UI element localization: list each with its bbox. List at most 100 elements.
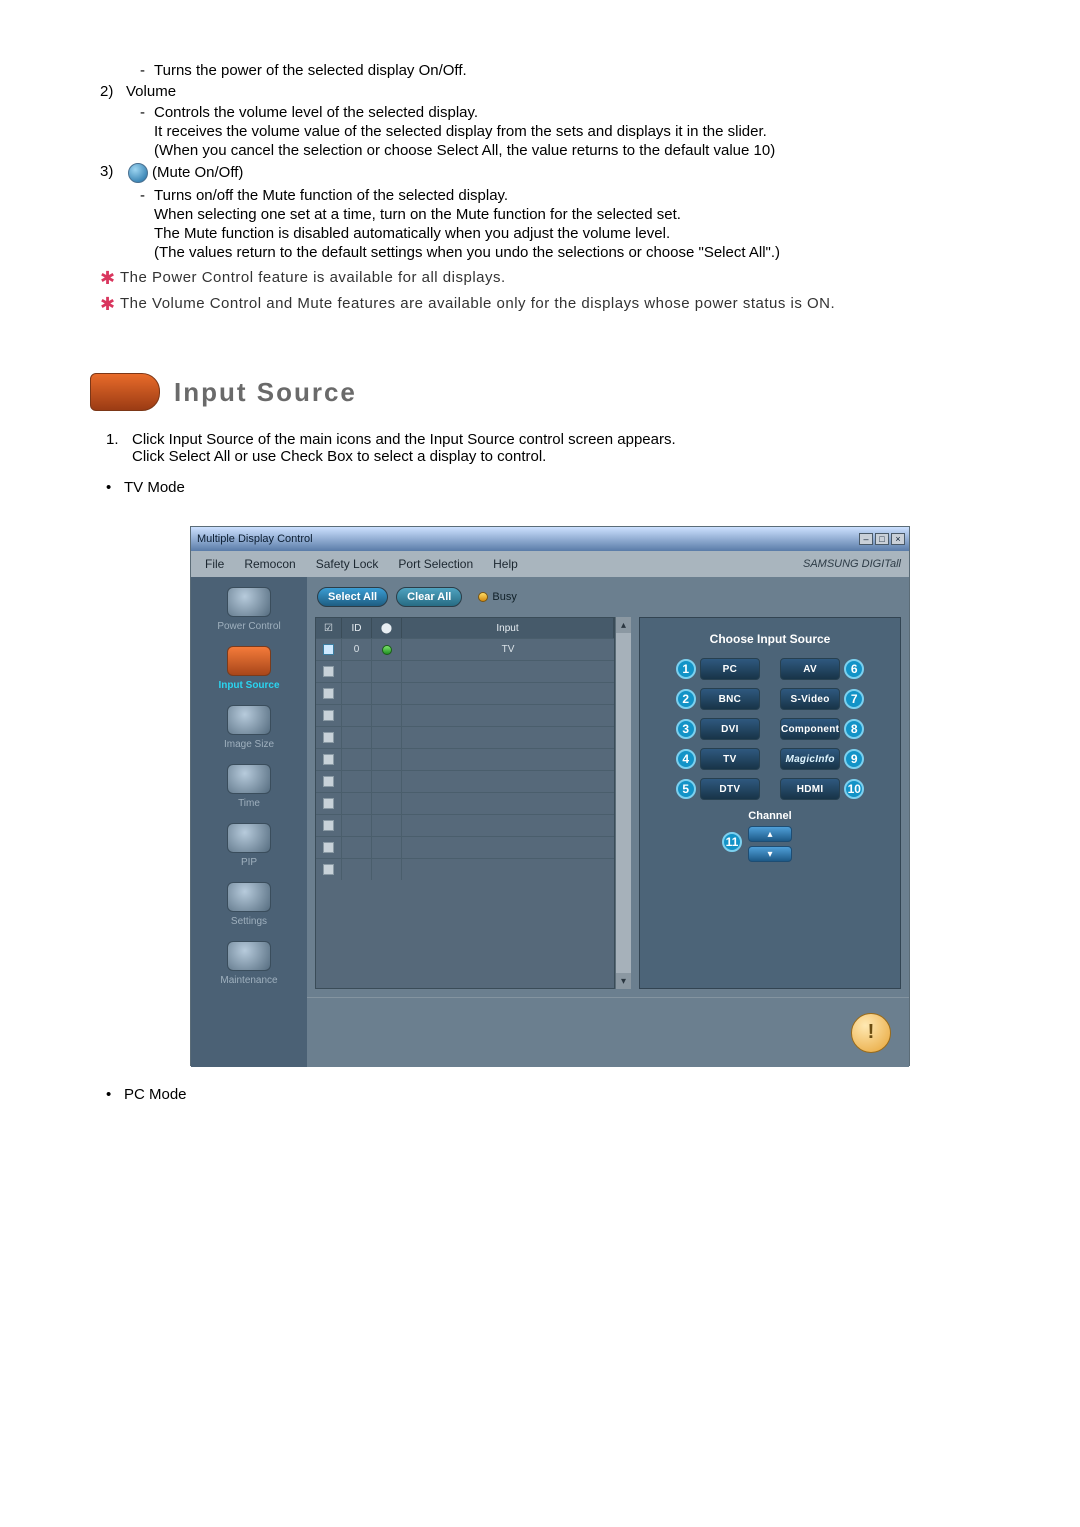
panel-title: Choose Input Source	[710, 632, 831, 646]
source-component-button[interactable]: Component	[780, 718, 840, 740]
col-id: ID	[342, 618, 372, 638]
callout-badge: 10	[844, 779, 864, 799]
scroll-down-icon[interactable]: ▾	[616, 973, 631, 989]
table-row[interactable]	[316, 726, 614, 748]
source-dvi-button[interactable]: DVI	[700, 718, 760, 740]
menu-bar: File Remocon Safety Lock Port Selection …	[191, 551, 909, 577]
row-checkbox[interactable]	[323, 732, 334, 743]
mute-item: 3) (Mute On/Off)	[100, 163, 1010, 183]
sidebar-item-pip[interactable]: PIP	[227, 823, 271, 868]
status-strip: !	[307, 997, 909, 1067]
doc-text-block: - Turns the power of the selected displa…	[100, 62, 1010, 313]
pc-mode-label: • PC Mode	[106, 1086, 1010, 1103]
row-checkbox[interactable]	[323, 776, 334, 787]
clear-all-button[interactable]: Clear All	[396, 587, 462, 607]
mute-icon	[128, 163, 148, 183]
row-input: TV	[402, 639, 614, 660]
menu-safety-lock[interactable]: Safety Lock	[316, 557, 379, 571]
row-checkbox[interactable]	[323, 842, 334, 853]
callout-badge: 9	[844, 749, 864, 769]
callout-badge: 11	[722, 832, 742, 852]
table-row[interactable]	[316, 748, 614, 770]
busy-indicator: Busy	[478, 591, 516, 603]
menu-help[interactable]: Help	[493, 557, 518, 571]
section-title: Input Source	[174, 377, 357, 408]
input-source-icon	[227, 646, 271, 676]
busy-dot-icon	[478, 592, 488, 602]
window-titlebar: Multiple Display Control – □ ×	[191, 527, 909, 551]
table-scrollbar[interactable]: ▴ ▾	[615, 617, 631, 989]
row-checkbox[interactable]	[323, 666, 334, 677]
row-checkbox[interactable]	[323, 754, 334, 765]
tv-mode-label: • TV Mode	[106, 479, 1010, 496]
menu-port-selection[interactable]: Port Selection	[398, 557, 473, 571]
table-row[interactable]: 0 TV	[316, 638, 614, 660]
section-label-icon	[90, 373, 160, 411]
callout-badge: 4	[676, 749, 696, 769]
table-row[interactable]	[316, 836, 614, 858]
row-checkbox[interactable]	[323, 864, 334, 875]
callout-badge: 8	[844, 719, 864, 739]
brand-logo: SAMSUNG DIGITall	[803, 558, 901, 570]
sidebar-item-image-size[interactable]: Image Size	[224, 705, 274, 750]
table-row[interactable]	[316, 858, 614, 880]
menu-remocon[interactable]: Remocon	[244, 557, 295, 571]
source-pc-button[interactable]: PC	[700, 658, 760, 680]
close-button[interactable]: ×	[891, 533, 905, 545]
row-checkbox[interactable]	[323, 688, 334, 699]
sidebar-item-power-control[interactable]: Power Control	[217, 587, 280, 632]
source-bnc-button[interactable]: BNC	[700, 688, 760, 710]
col-checkbox[interactable]: ☑	[316, 618, 342, 638]
channel-up-button[interactable]: ▴	[748, 826, 792, 842]
sidebar-item-input-source[interactable]: Input Source	[218, 646, 279, 691]
star-icon: ✱	[100, 269, 120, 287]
row-checkbox[interactable]	[323, 710, 334, 721]
volume-item: 2) Volume	[100, 83, 1010, 100]
scroll-up-icon[interactable]: ▴	[616, 617, 631, 633]
minimize-button[interactable]: –	[859, 533, 873, 545]
table-row[interactable]	[316, 660, 614, 682]
section-heading: Input Source	[90, 373, 1010, 411]
sidebar-item-settings[interactable]: Settings	[227, 882, 271, 927]
table-row[interactable]	[316, 770, 614, 792]
table-row[interactable]	[316, 704, 614, 726]
callout-badge: 1	[676, 659, 696, 679]
source-av-button[interactable]: AV	[780, 658, 840, 680]
intro-text: 1. Click Input Source of the main icons …	[100, 431, 1010, 496]
row-checkbox[interactable]	[323, 644, 334, 655]
note-volume-mute: ✱ The Volume Control and Mute features a…	[100, 295, 1010, 313]
power-icon	[227, 587, 271, 617]
col-status: ⬤	[372, 618, 402, 638]
source-tv-button[interactable]: TV	[700, 748, 760, 770]
sidebar-item-maintenance[interactable]: Maintenance	[220, 941, 277, 986]
source-svideo-button[interactable]: S-Video	[780, 688, 840, 710]
callout-badge: 7	[844, 689, 864, 709]
status-dot-icon	[382, 645, 392, 655]
note-power-control: ✱ The Power Control feature is available…	[100, 269, 1010, 287]
source-magicinfo-button[interactable]: MagicInfo	[780, 748, 840, 770]
callout-badge: 2	[676, 689, 696, 709]
row-checkbox[interactable]	[323, 798, 334, 809]
maximize-button[interactable]: □	[875, 533, 889, 545]
source-dtv-button[interactable]: DTV	[700, 778, 760, 800]
main-panel: Select All Clear All Busy ☑ ID ⬤ Input	[307, 577, 909, 1067]
sidebar-item-time[interactable]: Time	[227, 764, 271, 809]
info-icon[interactable]: !	[851, 1013, 891, 1053]
menu-file[interactable]: File	[205, 557, 224, 571]
table-row[interactable]	[316, 682, 614, 704]
app-window: Multiple Display Control – □ × File Remo…	[190, 526, 910, 1066]
channel-down-button[interactable]: ▾	[748, 846, 792, 862]
table-row[interactable]	[316, 792, 614, 814]
input-source-panel: Choose Input Source 1PC AV6 2BNC S-Video…	[639, 617, 901, 989]
time-icon	[227, 764, 271, 794]
select-all-button[interactable]: Select All	[317, 587, 388, 607]
window-title: Multiple Display Control	[197, 533, 313, 545]
row-id: 0	[342, 639, 372, 660]
col-input: Input	[402, 618, 614, 638]
row-checkbox[interactable]	[323, 820, 334, 831]
channel-block: Channel 11 ▴ ▾	[748, 810, 792, 862]
toolbar: Select All Clear All Busy	[307, 577, 909, 617]
source-hdmi-button[interactable]: HDMI	[780, 778, 840, 800]
table-row[interactable]	[316, 814, 614, 836]
pip-icon	[227, 823, 271, 853]
